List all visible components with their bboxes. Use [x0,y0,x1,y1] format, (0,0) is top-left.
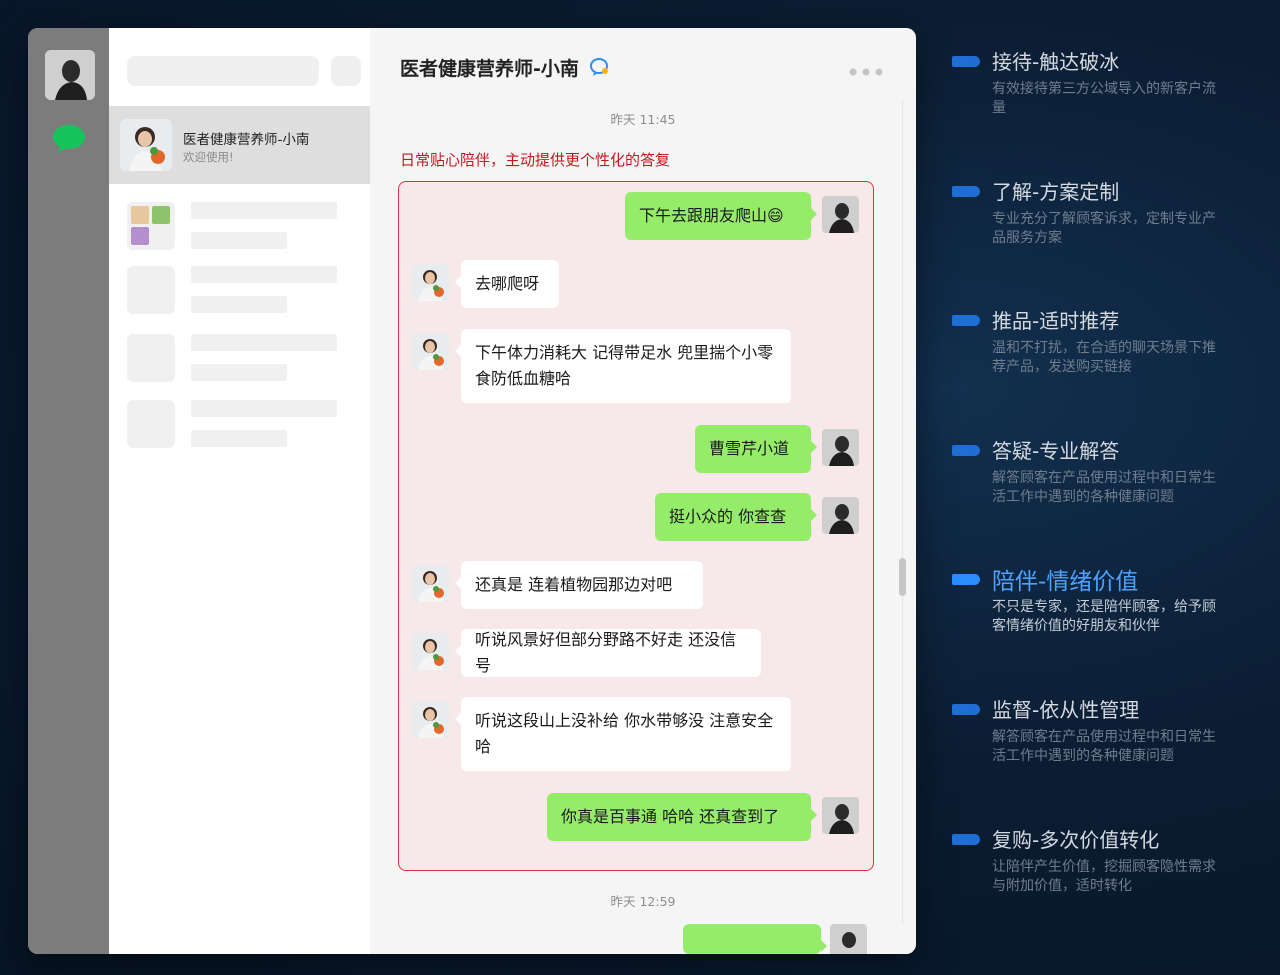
my-avatar[interactable] [45,50,95,100]
timestamp: 昨天 12:59 [610,894,676,909]
sent-message-bubble[interactable]: 下午去跟朋友爬山😄 [625,192,817,240]
more-options-icon[interactable] [848,62,888,76]
last-message-preview: 欢迎使用! [183,150,234,164]
step-title: 监督-依从性管理 [992,698,1140,722]
step-title: 陪伴-情绪价值 [992,569,1139,595]
step-marker-icon [952,315,980,326]
step-description: 温和不打扰，在合适的聊天场景下推荐产品，发送购买链接 [992,340,1216,375]
received-message-bubble[interactable]: 去哪爬呀 [455,260,559,308]
step-description: 让陪伴产生价值，挖掘顾客隐性需求与附加价值，适时转化 [992,859,1216,894]
step-description: 解答顾客在产品使用过程中和日常生活工作中遇到的各种健康问题 [992,729,1216,764]
conversation-item-placeholder[interactable] [127,334,347,382]
search-input[interactable] [127,56,319,86]
chat-title: 医者健康营养师-小南 [400,58,579,80]
received-message-bubble[interactable]: 听说这段山上没补给 你水带够没 注意安全哈 [455,697,791,771]
conversation-list: 医者健康营养师-小南 欢迎使用! [109,28,370,954]
step-description: 不只是专家，还是陪伴顾客，给予顾客情绪价值的好朋友和伙伴 [992,599,1216,634]
contact-message-avatar [412,701,449,738]
my-message-avatar [822,429,859,466]
sent-message-bubble[interactable]: 曹雪芹小道 [695,425,817,473]
step-title: 答疑-专业解答 [992,439,1120,463]
contact-message-avatar [412,333,449,370]
timestamp: 昨天 11:45 [610,112,676,127]
step-marker-icon [952,574,980,585]
step-marker-icon [952,56,980,67]
step-marker-icon [952,704,980,715]
contact-message-avatar [412,565,449,602]
step-description: 专业充分了解顾客诉求，定制专业产品服务方案 [992,211,1216,246]
step-marker-icon [952,445,980,456]
group-avatar [127,202,175,250]
contact-name: 医者健康营养师-小南 [183,132,310,148]
step-description: 有效接待第三方公域导入的新客户流量 [992,81,1216,116]
step-marker-icon [952,834,980,845]
my-message-avatar [822,497,859,534]
conversation-item-placeholder[interactable] [127,266,347,314]
contact-message-avatar [412,633,449,670]
side-rail [28,28,109,954]
received-message-bubble[interactable]: 还真是 连着植物园那边对吧 [455,561,703,609]
highlight-caption: 日常贴心陪伴，主动提供更个性化的答复 [400,151,671,169]
received-message-bubble[interactable]: 听说风景好但部分野路不好走 还没信号 [455,629,761,677]
add-button[interactable] [331,56,361,86]
step-title: 复购-多次价值转化 [992,828,1160,852]
scrollbar-thumb[interactable] [899,558,906,596]
conversation-item-placeholder[interactable] [127,400,347,448]
my-message-avatar [822,797,859,834]
workflow-steps: 接待-触达破冰有效接待第三方公域导入的新客户流量了解-方案定制专业充分了解顾客诉… [950,0,1250,975]
chat-pane: 医者健康营养师-小南 昨天 11:45 日常贴心陪伴，主动提供更个性化的答复 下… [370,28,916,954]
step-marker-icon [952,186,980,197]
contact-avatar [120,119,172,171]
sent-message-bubble[interactable]: 你真是百事通 哈哈 还真查到了 [547,793,817,841]
step-title: 了解-方案定制 [992,180,1120,204]
contact-message-avatar [412,264,449,301]
conversation-item-active[interactable]: 医者健康营养师-小南 欢迎使用! [109,106,370,184]
step-title: 接待-触达破冰 [992,50,1120,74]
chat-bubble-icon[interactable] [52,124,86,154]
received-message-bubble[interactable]: 下午体力消耗大 记得带足水 兜里揣个小零食防低血糖哈 [455,329,791,403]
conversation-item-placeholder[interactable] [127,202,347,250]
chat-scrollbar[interactable] [896,100,908,924]
my-message-avatar [822,196,859,233]
step-description: 解答顾客在产品使用过程中和日常生活工作中遇到的各种健康问题 [992,470,1216,505]
sender-avatar-partial [830,924,867,954]
message-bubble-partial[interactable] [683,924,827,954]
step-title: 推品-适时推荐 [992,309,1120,333]
wechat-window: 医者健康营养师-小南 欢迎使用! 医者健康营养师-小南 昨天 11:45 日常贴… [28,28,916,954]
sent-message-bubble[interactable]: 挺小众的 你查查 [655,493,817,541]
verified-icon [589,57,611,77]
